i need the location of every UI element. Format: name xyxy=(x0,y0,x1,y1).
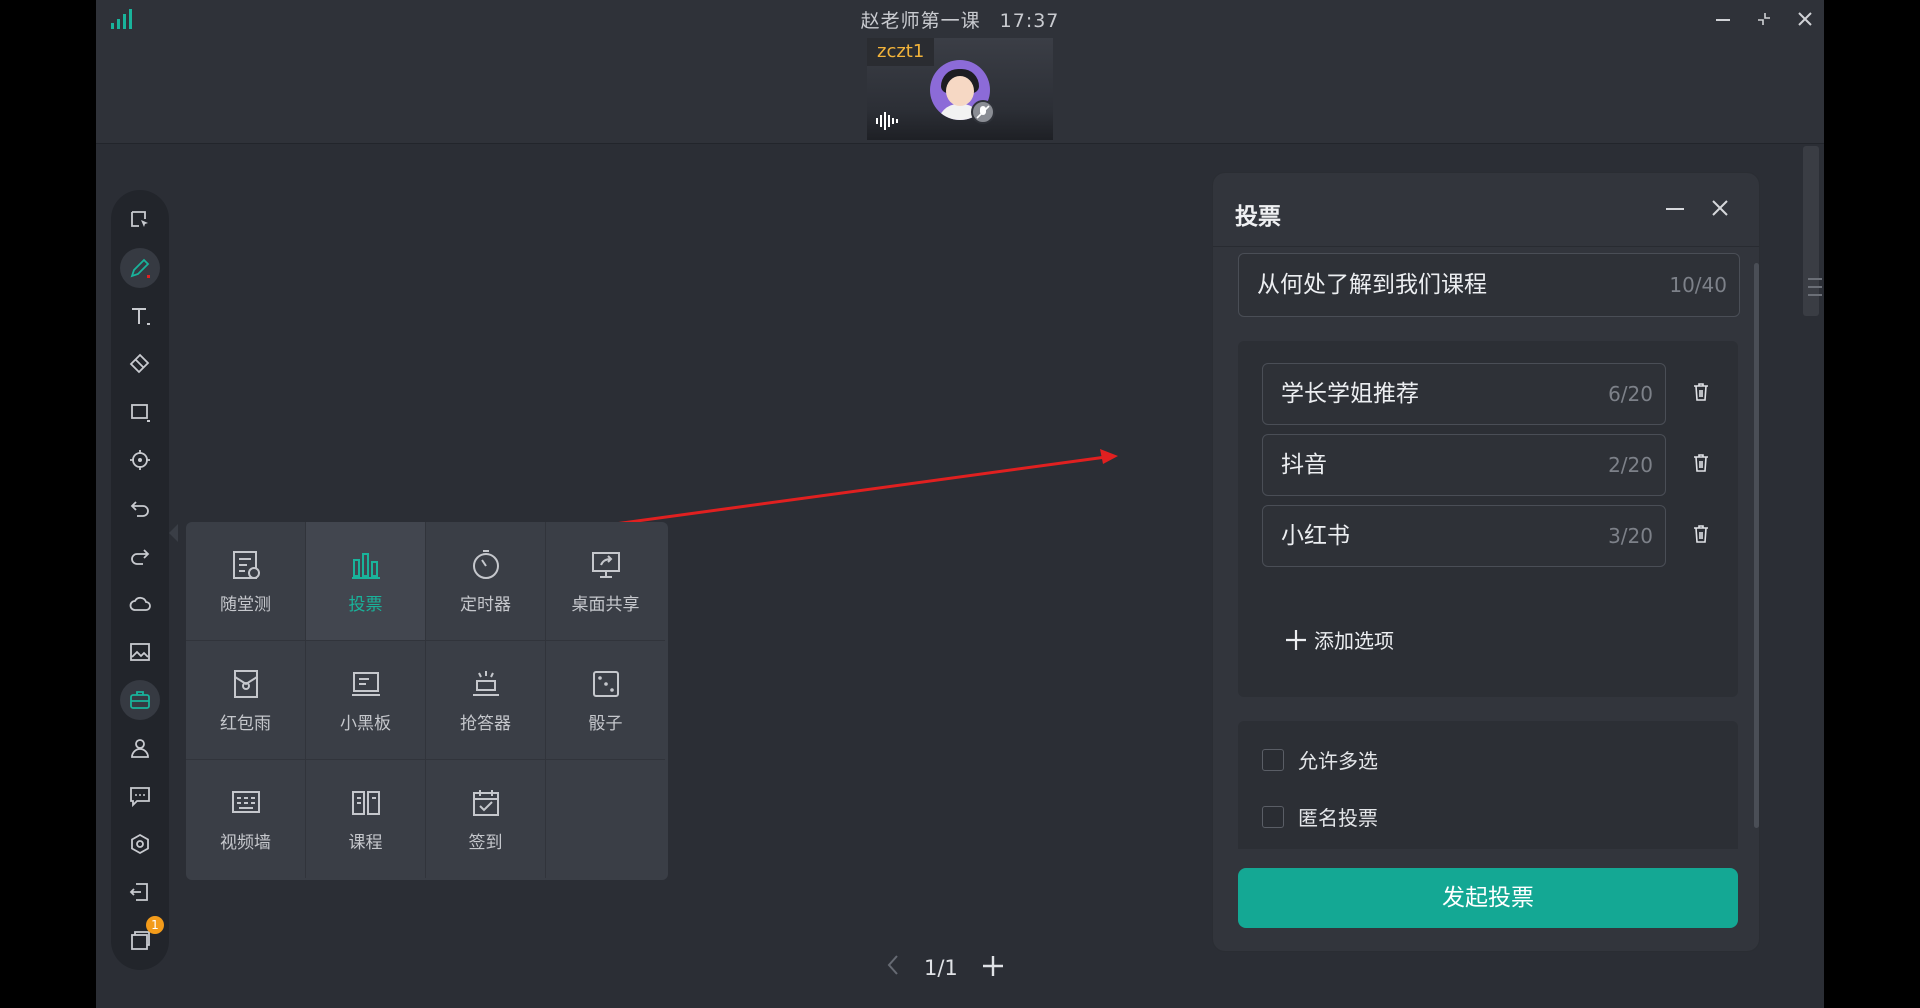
tool-buzzer[interactable]: 抢答器 xyxy=(426,641,546,760)
pen-tool-button[interactable] xyxy=(120,248,160,288)
tool-red-packet[interactable]: 红包雨 xyxy=(186,641,306,760)
layers-badge: 1 xyxy=(146,916,164,934)
left-toolbar: 1 xyxy=(111,190,169,970)
cloud-icon xyxy=(129,596,151,611)
classroom-window: 赵老师第一课 17:37 zczt1 1 随堂测 投票 定时器 桌面共享 红包雨… xyxy=(96,0,1824,1008)
allow-multiple-checkbox[interactable]: 允许多选 xyxy=(1262,745,1378,774)
member-button[interactable] xyxy=(120,728,160,768)
course-icon xyxy=(351,790,380,815)
option-input[interactable]: 学长学姐推荐 6/20 xyxy=(1262,363,1666,425)
video-wall-icon xyxy=(231,790,260,813)
chat-icon xyxy=(130,787,150,808)
exit-icon xyxy=(129,883,148,901)
redo-button[interactable] xyxy=(120,536,160,576)
plus-icon xyxy=(1286,629,1306,650)
options-panel: 学长学姐推荐 6/20 抖音 2/20 小红书 3/20 添加选项 xyxy=(1238,341,1738,697)
option-char-counter: 6/20 xyxy=(1608,382,1653,406)
toolbox-icon xyxy=(130,691,150,709)
tool-check-in[interactable]: 签到 xyxy=(426,760,546,878)
exit-button[interactable] xyxy=(120,872,160,912)
laser-pointer-button[interactable] xyxy=(120,440,160,480)
page-navigator: 1/1 xyxy=(886,950,1004,985)
divider xyxy=(1213,246,1759,247)
quiz-icon xyxy=(232,550,260,579)
vote-dialog-title: 投票 xyxy=(1235,204,1281,230)
question-text: 从何处了解到我们课程 xyxy=(1257,272,1487,298)
shape-tool-button[interactable] xyxy=(120,392,160,432)
image-icon xyxy=(130,643,150,661)
tools-popup: 随堂测 投票 定时器 桌面共享 红包雨 小黑板 抢答器 骰子 视频墙 课程 签到 xyxy=(186,522,668,880)
option-input[interactable]: 小红书 3/20 xyxy=(1262,505,1666,567)
select-tool-button[interactable] xyxy=(120,200,160,240)
image-button[interactable] xyxy=(120,632,160,672)
user-icon xyxy=(131,739,149,758)
vote-dialog-scrollbar[interactable] xyxy=(1754,263,1759,828)
plus-icon xyxy=(982,956,1003,976)
pen-icon xyxy=(130,258,150,278)
delete-option-icon[interactable] xyxy=(1690,381,1712,403)
chat-button[interactable] xyxy=(120,776,160,816)
dice-icon xyxy=(592,670,619,697)
page-indicator: 1/1 xyxy=(924,955,958,980)
select-icon xyxy=(131,211,148,227)
undo-icon xyxy=(130,501,149,517)
minimize-icon xyxy=(1666,208,1684,210)
check-in-icon xyxy=(472,789,499,816)
undo-button[interactable] xyxy=(120,488,160,528)
tool-dice[interactable]: 骰子 xyxy=(546,641,665,760)
vote-minimize-button[interactable] xyxy=(1660,193,1690,223)
start-vote-button[interactable]: 发起投票 xyxy=(1238,868,1738,928)
laser-pointer-icon xyxy=(130,450,150,470)
vote-dialog: 投票 从何处了解到我们课程 10/40 学长学姐推荐 6/20 抖音 2/20 … xyxy=(1213,173,1759,951)
eraser-tool-button[interactable] xyxy=(120,344,160,384)
option-char-counter: 3/20 xyxy=(1608,524,1653,548)
checkbox-box[interactable] xyxy=(1262,748,1284,771)
chevron-left-icon xyxy=(887,954,898,975)
canvas-scroll-grip[interactable] xyxy=(1808,278,1822,302)
tool-timer[interactable]: 定时器 xyxy=(426,522,546,641)
prev-page-button[interactable] xyxy=(886,953,900,983)
empty-cell xyxy=(546,760,665,878)
vote-close-button[interactable] xyxy=(1705,193,1735,223)
tool-screen-share[interactable]: 桌面共享 xyxy=(546,522,665,641)
blackboard-icon xyxy=(351,671,380,696)
anonymous-checkbox[interactable]: 匿名投票 xyxy=(1262,802,1378,831)
option-input[interactable]: 抖音 2/20 xyxy=(1262,434,1666,496)
question-char-counter: 10/40 xyxy=(1669,273,1727,297)
popup-pointer xyxy=(169,524,178,542)
tool-video-wall[interactable]: 视频墙 xyxy=(186,760,306,878)
text-icon xyxy=(132,308,150,325)
checkbox-box[interactable] xyxy=(1262,805,1284,828)
cloud-button[interactable] xyxy=(120,584,160,624)
tool-blackboard[interactable]: 小黑板 xyxy=(306,641,426,760)
buzzer-icon xyxy=(472,670,499,696)
tool-quiz[interactable]: 随堂测 xyxy=(186,522,306,641)
vote-icon xyxy=(351,552,380,579)
vote-settings: 允许多选 匿名投票 xyxy=(1238,721,1738,849)
tool-course[interactable]: 课程 xyxy=(306,760,426,878)
add-option-button[interactable]: 添加选项 xyxy=(1284,625,1394,654)
settings-button[interactable] xyxy=(120,824,160,864)
vote-question-input[interactable]: 从何处了解到我们课程 10/40 xyxy=(1238,253,1740,317)
redo-icon xyxy=(131,549,150,565)
timer-icon xyxy=(472,549,499,579)
screen-share-icon xyxy=(591,551,620,578)
red-packet-icon xyxy=(233,669,258,698)
shape-icon xyxy=(131,404,150,422)
option-char-counter: 2/20 xyxy=(1608,453,1653,477)
delete-option-icon[interactable] xyxy=(1690,452,1712,474)
settings-icon xyxy=(131,833,149,855)
toolbox-button[interactable] xyxy=(120,680,160,720)
text-tool-button[interactable] xyxy=(120,296,160,336)
add-page-button[interactable] xyxy=(982,950,1004,985)
eraser-icon xyxy=(129,353,150,374)
tool-vote[interactable]: 投票 xyxy=(306,522,426,641)
layers-button[interactable]: 1 xyxy=(120,916,164,960)
delete-option-icon[interactable] xyxy=(1690,523,1712,545)
close-icon xyxy=(1712,200,1728,216)
